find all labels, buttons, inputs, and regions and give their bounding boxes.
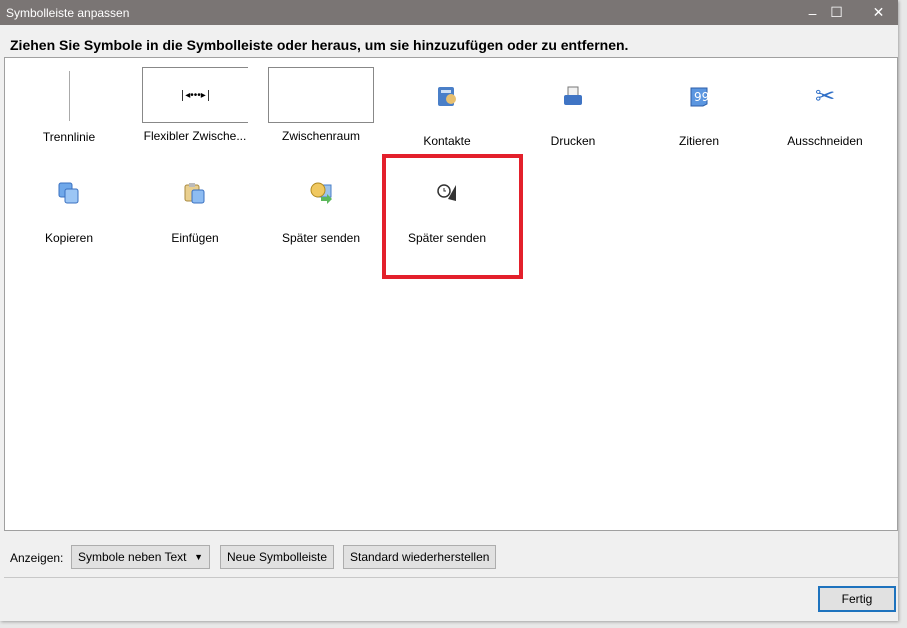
item-copy[interactable]: Kopieren	[6, 173, 132, 245]
scissors-icon: ✂	[814, 82, 836, 110]
item-contacts[interactable]: Kontakte	[384, 76, 510, 148]
instruction-text: Ziehen Sie Symbole in die Symbolleiste o…	[10, 37, 629, 53]
maximize-button[interactable]: ☐	[814, 0, 859, 25]
item-send-later[interactable]: Später senden	[258, 173, 384, 245]
toolbar-items-palette: Trennlinie ◂•••▸ Flexibler Zwische... Zw…	[4, 57, 898, 531]
space-icon	[268, 67, 374, 123]
copy-icon	[6, 173, 132, 213]
item-label: Drucken	[550, 134, 596, 148]
quote-icon: 99	[636, 76, 762, 116]
item-label: Später senden	[281, 231, 361, 245]
item-label: Einfügen	[171, 231, 219, 245]
item-space[interactable]: Zwischenraum	[258, 67, 384, 143]
restore-default-button[interactable]: Standard wiederherstellen	[343, 545, 497, 569]
item-label: Kopieren	[44, 231, 94, 245]
contacts-icon	[384, 76, 510, 116]
item-separator[interactable]: Trennlinie	[6, 68, 132, 144]
separator-icon	[6, 68, 132, 124]
item-label: Trennlinie	[42, 130, 96, 144]
flexible-space-icon: ◂•••▸	[142, 67, 248, 123]
paste-icon	[132, 173, 258, 213]
show-mode-select[interactable]: Symbole neben Text ▼	[71, 545, 210, 569]
item-paste[interactable]: Einfügen	[132, 173, 258, 245]
chevron-down-icon: ▼	[194, 552, 203, 562]
new-toolbar-button[interactable]: Neue Symbolleiste	[220, 545, 335, 569]
item-label: Zitieren	[678, 134, 719, 148]
window-title: Symbolleiste anpassen	[6, 5, 130, 20]
item-label: Kontakte	[423, 134, 471, 148]
item-quote[interactable]: 99 Zitieren	[636, 76, 762, 148]
item-flexible-space[interactable]: ◂•••▸ Flexibler Zwische...	[132, 67, 258, 143]
item-label: Flexibler Zwische...	[143, 129, 247, 143]
title-bar: Symbolleiste anpassen	[0, 0, 898, 25]
done-button[interactable]: Fertig	[818, 586, 896, 612]
print-icon	[510, 76, 636, 116]
item-print[interactable]: Drucken	[510, 76, 636, 148]
divider	[4, 577, 898, 578]
item-label: Zwischenraum	[281, 129, 361, 143]
item-cut[interactable]: ✂ Ausschneiden	[762, 76, 888, 149]
highlight-box	[382, 154, 523, 279]
item-label: Ausschneiden	[787, 134, 863, 148]
close-button[interactable]: ✕	[856, 0, 901, 25]
show-mode-value: Symbole neben Text	[78, 550, 187, 564]
show-label: Anzeigen:	[10, 551, 64, 565]
svg-text:99: 99	[694, 90, 709, 104]
send-later-icon	[258, 173, 384, 213]
customize-toolbar-dialog: Symbolleiste anpassen – ☐ ✕ Ziehen Sie S…	[0, 0, 898, 621]
